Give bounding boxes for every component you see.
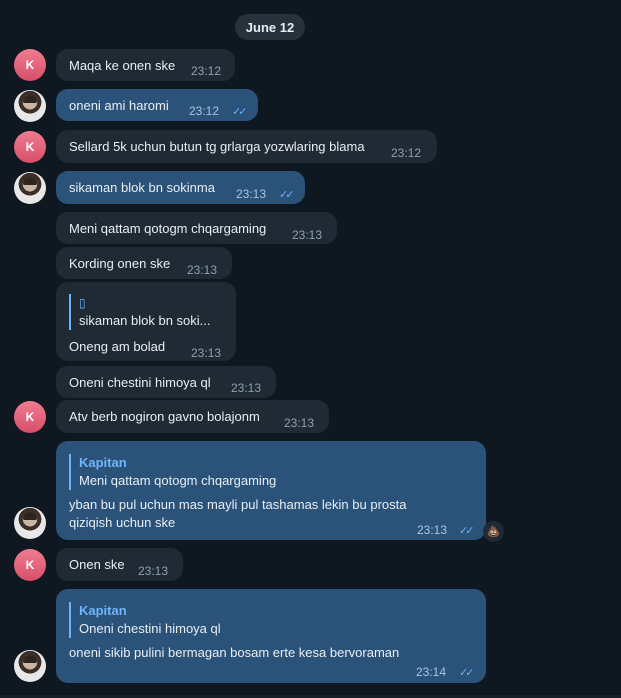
reply-quote[interactable]: Kapitan Meni qattam qotogm chqargaming xyxy=(69,454,276,490)
message-time: 23:12 xyxy=(391,146,422,160)
message-time: 23:12 xyxy=(189,104,220,118)
avatar[interactable] xyxy=(14,90,46,122)
double-check-icon: ✓✓ xyxy=(459,525,475,537)
avatar[interactable] xyxy=(14,650,46,682)
message-bubble[interactable]: Meni qattam qotogm chqargaming 23:13 xyxy=(56,212,337,244)
message-time: 23:14 xyxy=(416,665,447,679)
avatar[interactable]: K xyxy=(14,401,46,433)
message-text: Oneng am bolad xyxy=(69,339,166,354)
message-bubble[interactable]: sikaman blok bn sokinma 23:13 ✓✓ xyxy=(56,171,305,204)
message-text: Sellard 5k uchun butun tg grlarga yozwla… xyxy=(69,139,365,154)
quote-text: Meni qattam qotogm chqargaming xyxy=(79,473,277,488)
message-bubble[interactable]: Kapitan Meni qattam qotogm chqargaming y… xyxy=(56,441,486,540)
message-text: Onen ske xyxy=(69,557,125,572)
avatar[interactable]: K xyxy=(14,131,46,163)
message-time: 23:13 xyxy=(191,346,222,360)
reply-quote[interactable]: ▯ sikaman blok bn soki... xyxy=(69,294,211,330)
date-separator: June 12 xyxy=(235,14,305,40)
avatar[interactable] xyxy=(14,172,46,204)
message-bubble[interactable]: ▯ sikaman blok bn soki... Oneng am bolad… xyxy=(56,282,236,361)
message-time: 23:13 xyxy=(284,416,315,430)
reply-quote[interactable]: Kapitan Oneni chestini himoya ql xyxy=(69,602,221,638)
message-text: oneni ami haromi xyxy=(69,98,169,113)
message-bubble[interactable]: Sellard 5k uchun butun tg grlarga yozwla… xyxy=(56,130,437,163)
message-time: 23:13 xyxy=(231,381,262,395)
avatar[interactable]: K xyxy=(14,549,46,581)
message-text: Oneni chestini himoya ql xyxy=(69,375,211,390)
quote-author: Kapitan xyxy=(79,455,127,470)
quote-icon: ▯ xyxy=(79,296,86,310)
message-text-line: qiziqish uchun ske xyxy=(69,515,176,530)
message-time: 23:13 xyxy=(138,564,169,578)
quote-author: Kapitan xyxy=(79,603,127,618)
message-bubble[interactable]: Atv berb nogiron gavno bolajonm 23:13 xyxy=(56,400,329,433)
message-time: 23:13 xyxy=(236,187,267,201)
message-text: Maqa ke onen ske xyxy=(69,58,176,73)
message-bubble[interactable]: oneni ami haromi 23:12 ✓✓ xyxy=(56,89,258,121)
message-text: oneni sikib pulini bermagan bosam erte k… xyxy=(69,645,400,660)
message-text: sikaman blok bn sokinma xyxy=(69,180,215,195)
message-bubble[interactable]: Kording onen ske 23:13 xyxy=(56,247,232,279)
message-time: 23:13 xyxy=(292,228,323,242)
avatar[interactable]: K xyxy=(14,49,46,81)
message-time: 23:13 xyxy=(417,523,448,537)
message-text: Meni qattam qotogm chqargaming xyxy=(69,221,267,236)
message-text: Atv berb nogiron gavno bolajonm xyxy=(69,409,260,424)
message-bubble[interactable]: Kapitan Oneni chestini himoya ql oneni s… xyxy=(56,589,486,683)
double-check-icon: ✓✓ xyxy=(459,667,475,679)
message-time: 23:13 xyxy=(187,263,218,277)
double-check-icon: ✓✓ xyxy=(279,189,295,201)
double-check-icon: ✓✓ xyxy=(232,106,248,118)
message-bubble[interactable]: Oneni chestini himoya ql 23:13 xyxy=(56,366,276,398)
message-text: Kording onen ske xyxy=(69,256,171,271)
quote-text: sikaman blok bn soki... xyxy=(79,313,211,328)
poop-emoji-reaction[interactable]: 💩 xyxy=(483,521,504,542)
message-text-line: yban bu pul uchun mas mayli pul tashamas… xyxy=(69,497,407,512)
message-bubble[interactable]: Onen ske 23:13 xyxy=(56,548,183,581)
avatar[interactable] xyxy=(14,507,46,539)
message-bubble[interactable]: Maqa ke onen ske 23:12 xyxy=(56,49,235,81)
chat-history: June 12 K Maqa ke onen ske 23:12 oneni a… xyxy=(0,0,621,698)
quote-text: Oneni chestini himoya ql xyxy=(79,621,221,636)
message-time: 23:12 xyxy=(191,64,222,78)
